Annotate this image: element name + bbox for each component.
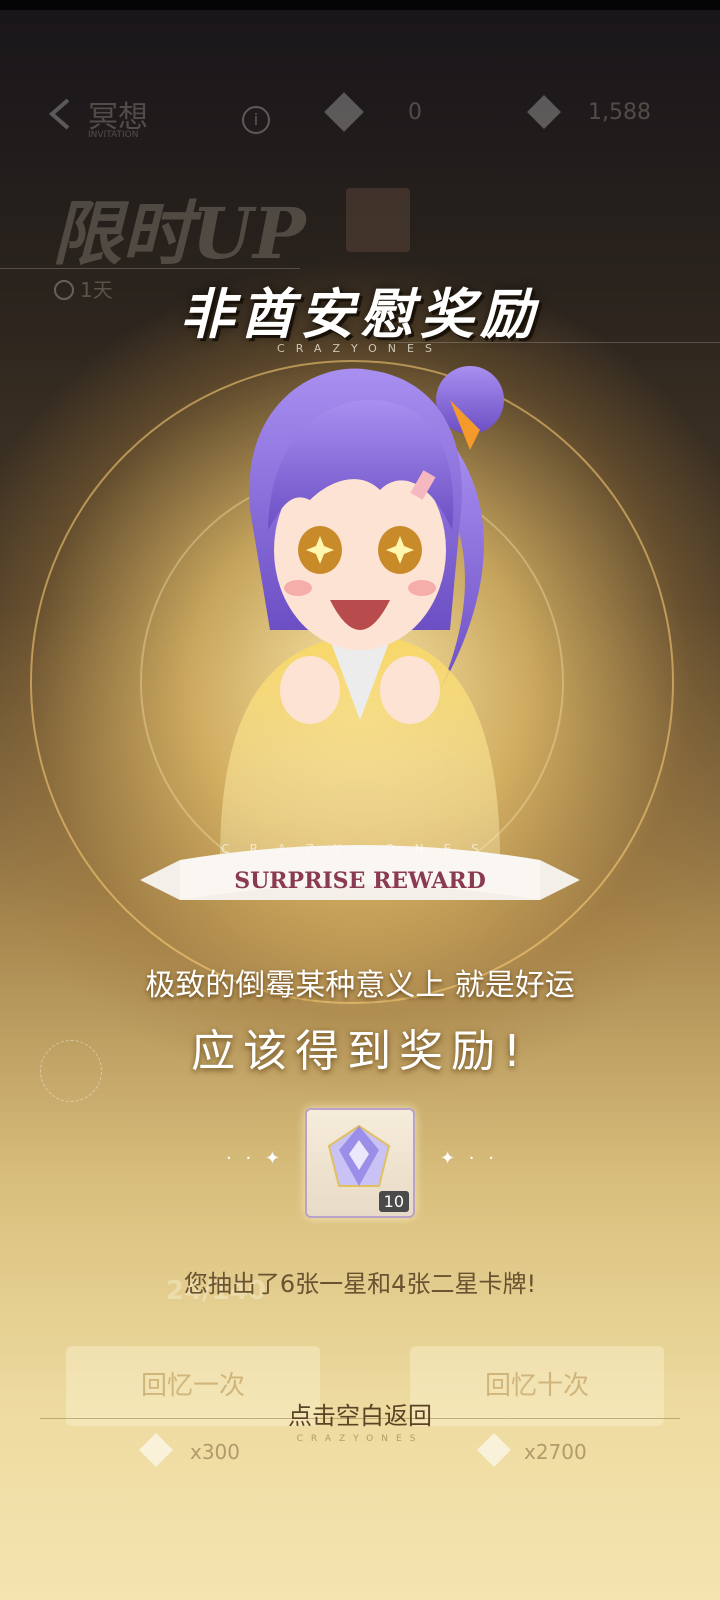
reward-message-line1: 极致的倒霉某种意义上 就是好运 [145,968,575,1003]
item-count: 10 [378,1191,409,1212]
info-icon[interactable]: i [242,106,270,134]
result-text: 您抽出了6张一星和4张二星卡牌! [183,1270,537,1298]
back-arrow-icon [48,98,70,130]
reward-brand: CRAZYONES [277,342,443,355]
bottom-brand: CRAZYONES [296,1434,424,1444]
status-bar [0,0,720,10]
back-sublabel: INVITATION [88,130,139,140]
sparkle-right: ✦ · · [440,1148,498,1169]
reward-title: 非酋安慰奖励 [180,283,540,346]
banner-character-thumb [346,188,410,252]
return-hint[interactable]: 点击空白返回 [0,1396,720,1431]
currency-crystal-icon [527,95,561,129]
sparkle-left: · · ✦ [226,1148,284,1169]
character-illustration [220,366,504,860]
ribbon-label: SURPRISE REWARD [234,868,486,894]
divider-line [0,268,300,269]
gacha-reward-screen[interactable]: 冥想 INVITATION i 0 1,588 限时UP 1天 非酋安慰奖励 C… [0,0,720,1600]
back-button[interactable]: 冥想 INVITATION [44,92,184,142]
crystal-icon [327,1124,391,1187]
banner-title: 限时UP [52,192,306,275]
currency-gem-icon [324,92,364,132]
cost-one: x300 [190,1440,241,1464]
reward-message-line2: 应该得到奖励! [191,1026,529,1077]
currency-1-amount: 0 [408,100,422,125]
cost-ten: x2700 [524,1440,587,1464]
reward-item-card[interactable]: 10 [305,1108,415,1218]
ribbon-brand: CRAZY ONES [221,842,499,856]
currency-2-amount: 1,588 [588,100,651,125]
